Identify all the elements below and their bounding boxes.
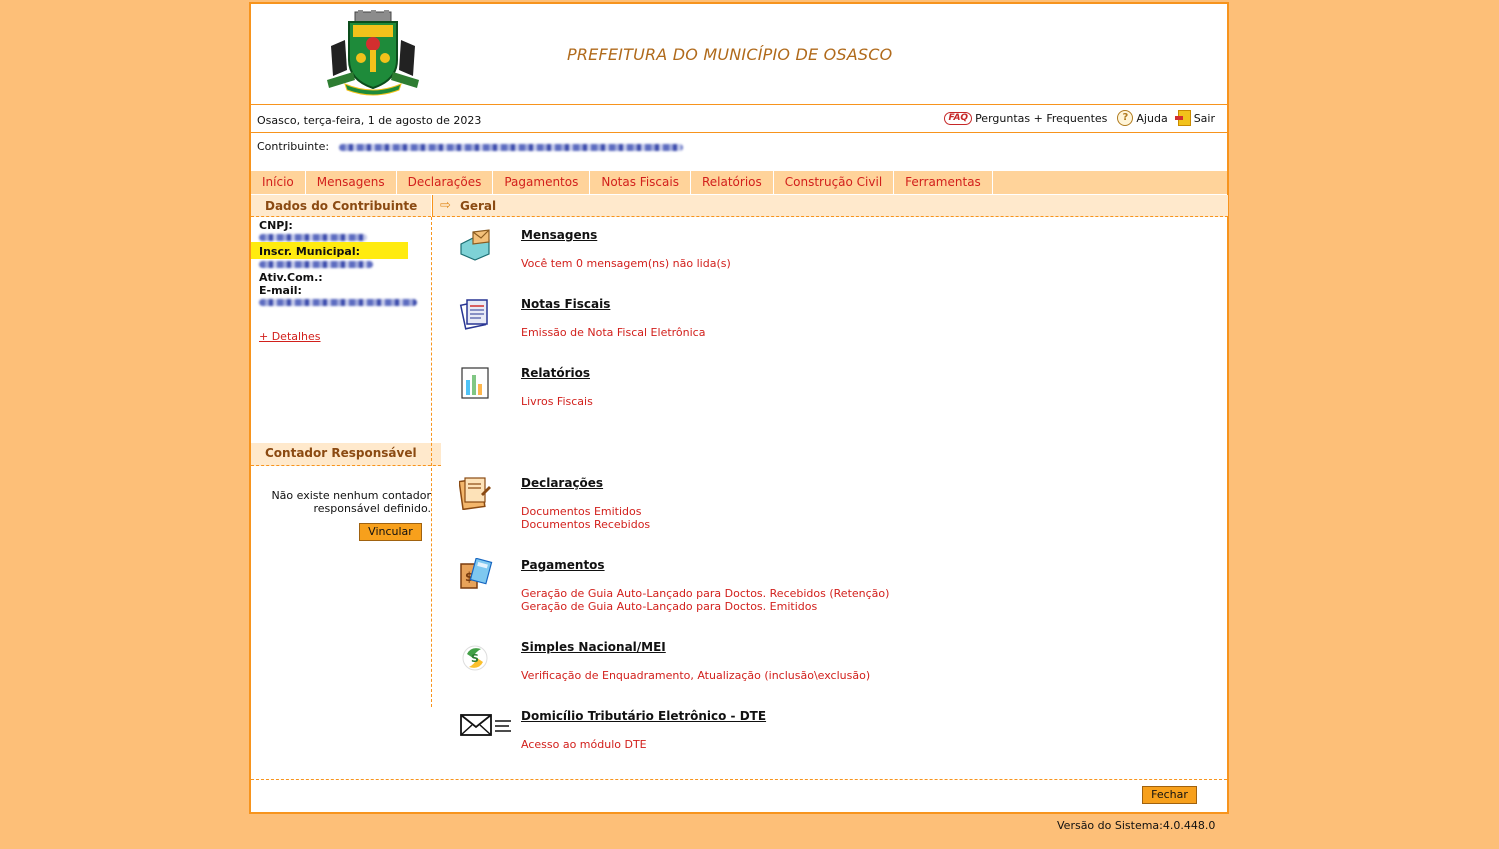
- inscr-municipal-label: Inscr. Municipal:: [259, 245, 360, 258]
- mensagens-link[interactable]: Você tem 0 mensagem(ns) não lida(s): [521, 257, 731, 270]
- city-crest-logo: [327, 10, 419, 96]
- exit-link[interactable]: Sair: [1174, 110, 1215, 126]
- help-icon: ?: [1117, 110, 1134, 126]
- contador-message-line-1: Não existe nenhum contador: [271, 489, 431, 502]
- exit-door-icon: [1174, 110, 1191, 126]
- dte-link[interactable]: Acesso ao módulo DTE: [521, 738, 647, 751]
- menu-pagamentos[interactable]: Pagamentos: [493, 171, 591, 194]
- declaracoes-link-recebidos[interactable]: Documentos Recebidos: [521, 518, 650, 531]
- redacted-inscr-municipal: [259, 261, 373, 268]
- faq-icon: FAQ: [944, 111, 973, 125]
- relatorios-title[interactable]: Relatórios: [521, 366, 590, 380]
- mailbox-icon: [460, 229, 490, 261]
- simples-nacional-link[interactable]: Verificação de Enquadramento, Atualizaçã…: [521, 669, 870, 682]
- section-dte: Domicílio Tributário Eletrônico - DTE Ac…: [459, 709, 1159, 759]
- menu-construcao-civil[interactable]: Construção Civil: [774, 171, 895, 194]
- info-bar: Osasco, terça-feira, 1 de agosto de 2023…: [251, 105, 1227, 133]
- section-declaracoes: Declarações Documentos Emitidos Document…: [459, 476, 1159, 536]
- vincular-button[interactable]: Vincular: [359, 523, 422, 541]
- contador-header: Contador Responsável: [251, 443, 441, 466]
- page-title: PREFEITURA DO MUNICÍPIO DE OSASCO: [567, 45, 893, 64]
- notas-fiscais-title[interactable]: Notas Fiscais: [521, 297, 610, 311]
- arrow-right-icon: ⇨: [440, 198, 451, 213]
- cnpj-label: CNPJ:: [259, 219, 293, 232]
- main-frame: PREFEITURA DO MUNICÍPIO DE OSASCO Osasco…: [249, 2, 1229, 814]
- faq-label: Perguntas + Frequentes: [975, 111, 1108, 125]
- menu-ferramentas[interactable]: Ferramentas: [894, 171, 993, 194]
- section-mensagens: Mensagens Você tem 0 mensagem(ns) não li…: [459, 228, 1159, 278]
- email-label: E-mail:: [259, 284, 302, 297]
- ativ-com-label: Ativ.Com.:: [259, 271, 323, 284]
- simples-nacional-icon: S: [462, 645, 488, 671]
- help-link[interactable]: ? Ajuda: [1117, 110, 1168, 126]
- main-heading: Geral: [460, 199, 497, 213]
- declaracoes-title[interactable]: Declarações: [521, 476, 603, 490]
- menu-declaracoes[interactable]: Declarações: [397, 171, 494, 194]
- main-header: ⇨ Geral: [432, 195, 1228, 217]
- sidebar-header: Dados do Contribuinte: [251, 195, 431, 217]
- page-header: PREFEITURA DO MUNICÍPIO DE OSASCO: [251, 4, 1227, 105]
- notas-fiscais-link[interactable]: Emissão de Nota Fiscal Eletrônica: [521, 326, 705, 339]
- contador-message: Não existe nenhum contador responsável d…: [259, 489, 431, 515]
- report-chart-icon: [461, 367, 489, 399]
- faq-link[interactable]: FAQ Perguntas + Frequentes: [944, 111, 1108, 125]
- contribuinte-label: Contribuinte:: [257, 140, 330, 153]
- section-pagamentos: $ Pagamentos Geração de Guia Auto-Lançad…: [459, 558, 1159, 618]
- column-divider: [431, 217, 432, 707]
- help-label: Ajuda: [1136, 111, 1168, 125]
- dte-title[interactable]: Domicílio Tributário Eletrônico - DTE: [521, 709, 766, 723]
- footer-divider: [251, 779, 1227, 780]
- simples-nacional-title[interactable]: Simples Nacional/MEI: [521, 640, 666, 654]
- section-notas-fiscais: Notas Fiscais Emissão de Nota Fiscal Ele…: [459, 297, 1159, 347]
- menu-mensagens[interactable]: Mensagens: [306, 171, 397, 194]
- section-relatorios: Relatórios Livros Fiscais: [459, 366, 1159, 416]
- exit-label: Sair: [1193, 111, 1215, 125]
- contribuinte-row: Contribuinte:: [257, 140, 683, 153]
- pagamentos-link-emitidos[interactable]: Geração de Guia Auto-Lançado para Doctos…: [521, 600, 817, 613]
- menu-relatorios[interactable]: Relatórios: [691, 171, 774, 194]
- contador-message-line-2: responsável definido.: [313, 502, 432, 515]
- pagamentos-title[interactable]: Pagamentos: [521, 558, 605, 572]
- system-version: Versão do Sistema:4.0.448.0: [1057, 819, 1216, 832]
- menu-notas-fiscais[interactable]: Notas Fiscais: [590, 171, 691, 194]
- envelope-icon: [460, 714, 511, 736]
- details-link[interactable]: + Detalhes: [259, 330, 321, 343]
- section-simples-nacional: S Simples Nacional/MEI Verificação de En…: [459, 640, 1159, 690]
- redacted-contribuinte-name: [338, 143, 683, 151]
- contador-title: Contador Responsável: [265, 446, 417, 460]
- redacted-cnpj: [259, 234, 367, 241]
- pagamentos-link-recebidos[interactable]: Geração de Guia Auto-Lançado para Doctos…: [521, 587, 889, 600]
- menu-inicio[interactable]: Início: [251, 171, 306, 194]
- sidebar-title: Dados do Contribuinte: [265, 199, 418, 213]
- payment-calculator-icon: $: [460, 558, 493, 589]
- top-links: FAQ Perguntas + Frequentes ? Ajuda Sair: [944, 110, 1215, 126]
- main-menu: Início Mensagens Declarações Pagamentos …: [251, 171, 1227, 194]
- relatorios-link[interactable]: Livros Fiscais: [521, 395, 593, 408]
- declaracoes-link-emitidos[interactable]: Documentos Emitidos: [521, 505, 641, 518]
- mensagens-title[interactable]: Mensagens: [521, 228, 597, 242]
- svg-text:S: S: [471, 652, 479, 665]
- invoice-icon: [459, 299, 488, 330]
- fechar-button[interactable]: Fechar: [1142, 786, 1197, 804]
- declaration-icon: [459, 477, 491, 510]
- redacted-email: [259, 299, 417, 306]
- current-date: Osasco, terça-feira, 1 de agosto de 2023: [257, 114, 482, 127]
